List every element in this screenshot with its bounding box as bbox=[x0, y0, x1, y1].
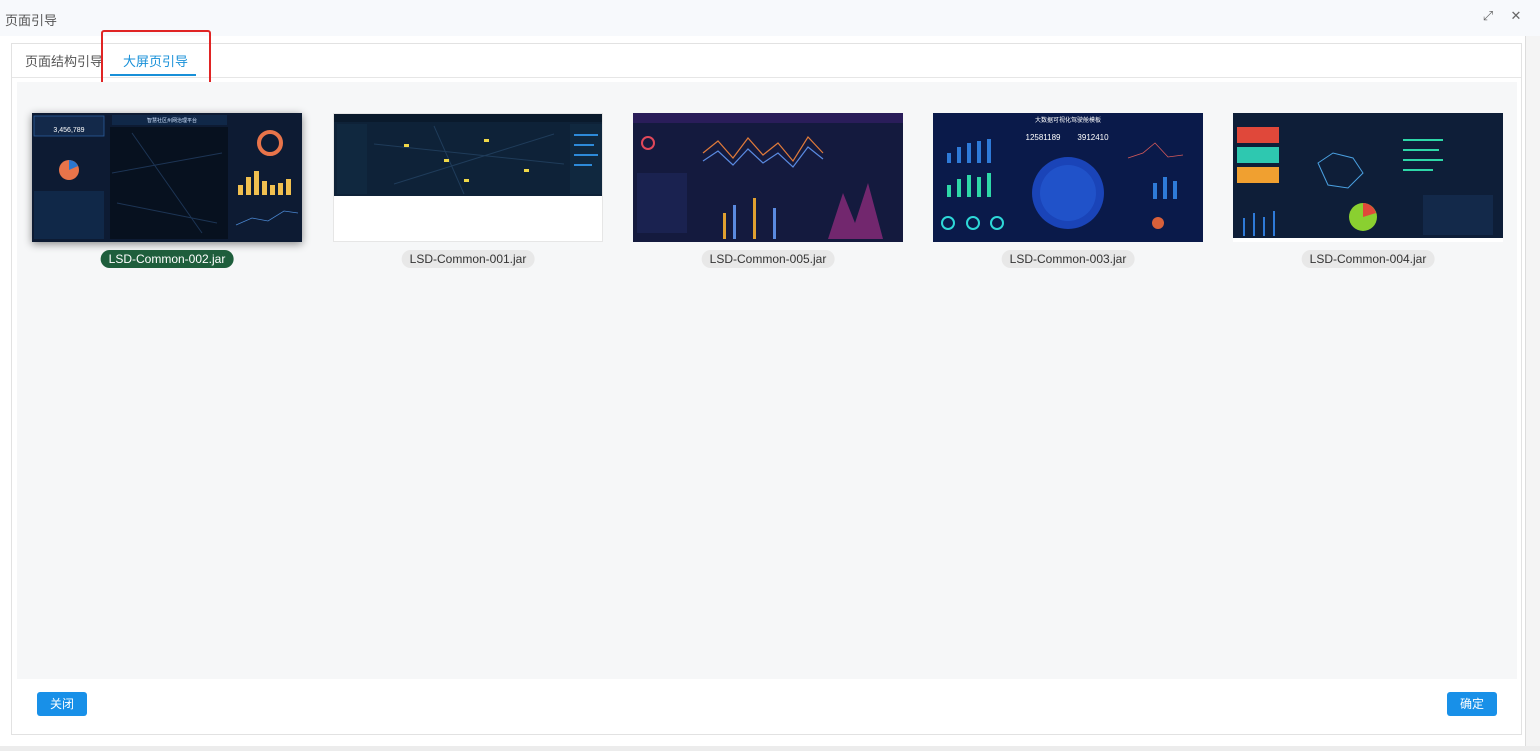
thumb-title: 大数据可视化驾驶舱模板 bbox=[1035, 116, 1101, 124]
window-title: 页面引导 bbox=[5, 13, 58, 28]
template-thumbnail[interactable]: 大数据可视化驾驶舱模板 12581189 3912410 bbox=[933, 113, 1203, 242]
confirm-button[interactable]: 确定 bbox=[1447, 692, 1497, 716]
template-thumbnail[interactable] bbox=[1233, 113, 1503, 242]
template-thumbnail[interactable] bbox=[633, 113, 903, 242]
thumb-title: 智慧社区州网治理平台 bbox=[147, 117, 197, 124]
template-label[interactable]: LSD-Common-003.jar bbox=[1001, 250, 1135, 268]
background-edge bbox=[1525, 36, 1540, 751]
tab-page-structure[interactable]: 页面结构引导 bbox=[25, 51, 103, 70]
thumb-stat: 3,456,789 bbox=[53, 127, 84, 134]
template-thumbnail[interactable]: 3,456,789 智慧社区州网治理平台 bbox=[32, 113, 302, 242]
background-bottom bbox=[0, 746, 1540, 751]
template-label[interactable]: LSD-Common-004.jar bbox=[1301, 250, 1435, 268]
guide-panel: 页面结构引导 大屏页引导 3,456,789 智慧社区州网治理平台 LSD-Co… bbox=[11, 30, 1522, 735]
close-button[interactable]: 关闭 bbox=[37, 692, 87, 716]
close-icon[interactable]: ✕ bbox=[1508, 8, 1524, 24]
active-tab-indicator bbox=[110, 74, 196, 76]
template-label[interactable]: LSD-Common-002.jar bbox=[100, 250, 234, 268]
thumb-number-2: 3912410 bbox=[1077, 133, 1109, 142]
template-label[interactable]: LSD-Common-001.jar bbox=[401, 250, 535, 268]
template-gallery: 3,456,789 智慧社区州网治理平台 LSD-Common-002.jar … bbox=[17, 82, 1517, 679]
tab-big-screen[interactable]: 大屏页引导 bbox=[123, 51, 188, 70]
window-titlebar: 页面引导 ⤢ ✕ bbox=[0, 0, 1540, 36]
tab-bar: 页面结构引导 大屏页引导 bbox=[12, 30, 1521, 86]
maximize-icon[interactable]: ⤢ bbox=[1480, 8, 1496, 24]
template-thumbnail[interactable] bbox=[333, 113, 603, 242]
template-label[interactable]: LSD-Common-005.jar bbox=[701, 250, 835, 268]
thumb-number-1: 12581189 bbox=[1026, 133, 1062, 142]
